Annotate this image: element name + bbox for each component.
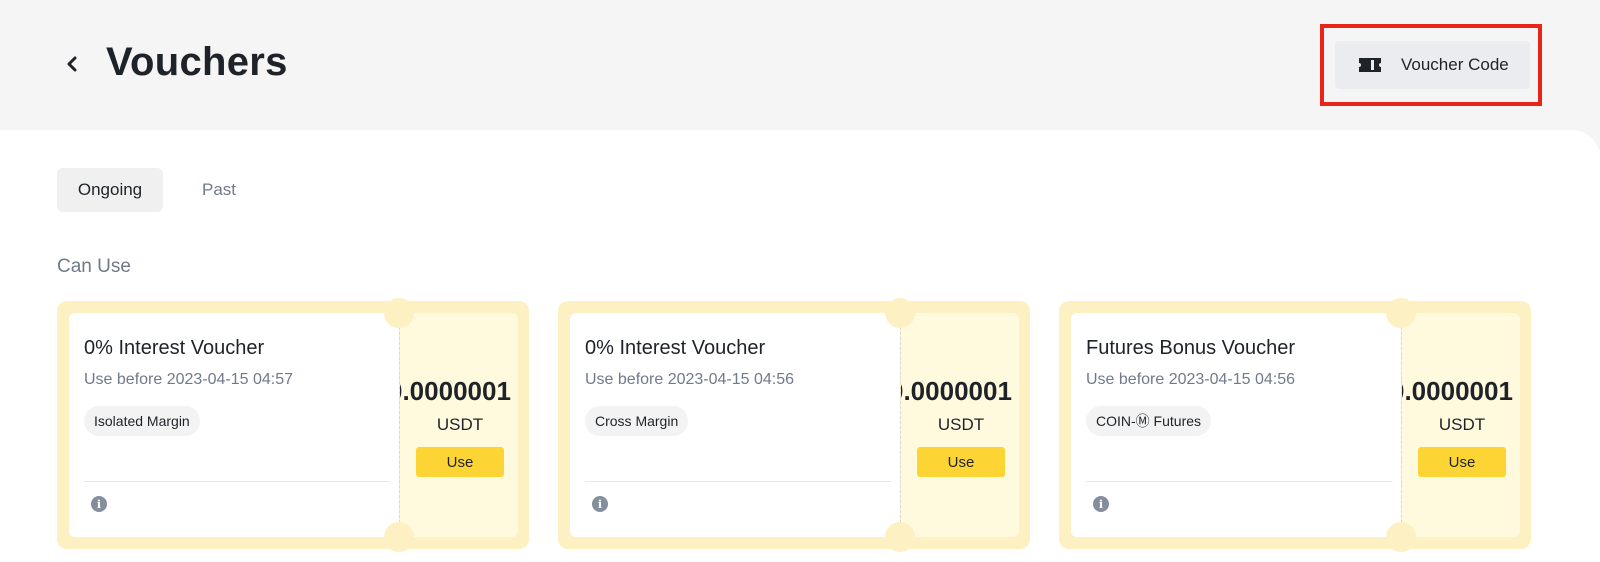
voucher-title: 0% Interest Voucher — [84, 337, 265, 359]
voucher-currency: USDT — [1438, 415, 1486, 434]
voucher-code-label: Voucher Code — [1401, 55, 1509, 74]
voucher-tag: Cross Margin — [585, 406, 689, 436]
voucher-amount: 0.0000001 — [1402, 376, 1513, 406]
ticket-icon — [1359, 58, 1381, 72]
voucher-currency: USDT — [436, 415, 484, 434]
voucher-divider — [1086, 481, 1392, 482]
info-icon[interactable]: i — [592, 496, 608, 512]
voucher-amount: 0.0000001 — [400, 376, 511, 406]
voucher-amount: 0.0000001 — [901, 376, 1012, 406]
tab-ongoing[interactable]: Ongoing — [57, 168, 163, 212]
voucher-currency: USDT — [937, 415, 985, 434]
use-button[interactable]: Use — [416, 447, 504, 477]
use-button[interactable]: Use — [917, 447, 1005, 477]
voucher-expiry: Use before 2023-04-15 04:56 — [1086, 371, 1296, 388]
back-button[interactable] — [60, 52, 84, 76]
page-title: Vouchers — [106, 40, 288, 84]
voucher-divider — [84, 481, 390, 482]
tab-past[interactable]: Past — [179, 168, 259, 212]
voucher-title: 0% Interest Voucher — [585, 337, 766, 359]
use-button[interactable]: Use — [1418, 447, 1506, 477]
voucher-tag: Isolated Margin — [84, 406, 200, 436]
voucher-title: Futures Bonus Voucher — [1086, 337, 1296, 359]
info-icon[interactable]: i — [91, 496, 107, 512]
voucher-expiry: Use before 2023-04-15 04:56 — [585, 371, 795, 388]
voucher-code-button[interactable]: Voucher Code — [1335, 41, 1530, 89]
section-title: Can Use — [57, 256, 131, 277]
chevron-left-icon — [67, 56, 77, 72]
info-icon[interactable]: i — [1093, 496, 1109, 512]
voucher-tag: COIN-Ⓜ Futures — [1086, 406, 1212, 436]
voucher-expiry: Use before 2023-04-15 04:57 — [84, 371, 294, 388]
voucher-divider — [585, 481, 891, 482]
